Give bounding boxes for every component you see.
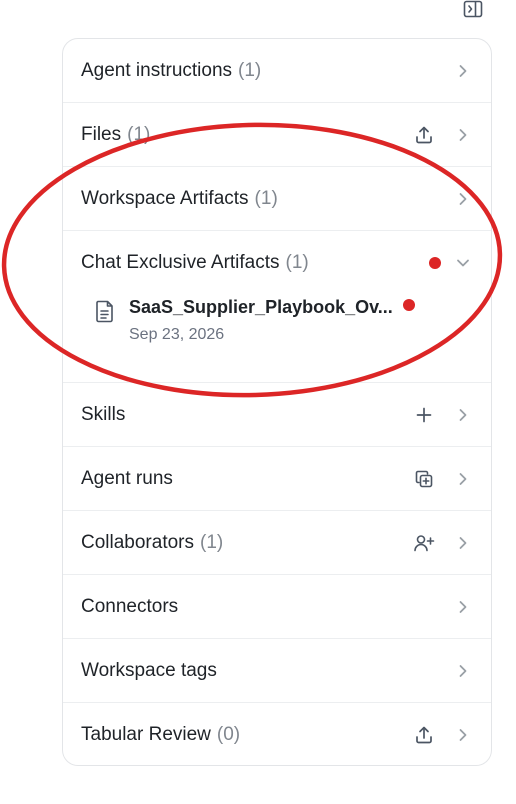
row-agent-runs[interactable]: Agent runs: [63, 447, 491, 511]
artifact-date: Sep 23, 2026: [129, 326, 225, 343]
row-workspace-artifacts[interactable]: Workspace Artifacts (1): [63, 167, 491, 231]
user-plus-icon: [414, 534, 435, 551]
row-label: Connectors: [81, 595, 179, 617]
row-label: Files: [81, 123, 122, 145]
new-agent-run-button[interactable]: [413, 468, 435, 490]
chevron-right-icon: [455, 407, 471, 423]
row-agent-instructions[interactable]: Agent instructions (1): [63, 39, 491, 103]
row-count: (0): [216, 724, 241, 745]
artifact-item[interactable]: SaaS_Supplier_Playbook_Ov... Sep 23, 202…: [95, 297, 475, 357]
chevron-down-icon[interactable]: [455, 255, 471, 271]
row-label: Workspace Artifacts: [81, 187, 249, 209]
row-label: Workspace tags: [81, 659, 217, 681]
row-label: Collaborators: [81, 531, 194, 553]
add-collaborator-button[interactable]: [413, 532, 435, 554]
panel-toggle-button[interactable]: [462, 0, 484, 18]
row-count: (1): [200, 531, 224, 553]
row-files[interactable]: Files (1): [63, 103, 491, 167]
upload-files-button[interactable]: [413, 124, 435, 146]
notification-dot: [403, 299, 415, 311]
chevron-right-icon: [455, 191, 471, 207]
chevron-right-icon: [455, 63, 471, 79]
section-header-chat-exclusive-artifacts[interactable]: Chat Exclusive Artifacts (1): [81, 251, 309, 275]
add-skill-button[interactable]: [413, 404, 435, 426]
chevron-right-icon: [455, 727, 471, 743]
document-icon: [96, 300, 113, 323]
row-count: (1): [238, 59, 262, 81]
chevron-right-icon: [455, 471, 471, 487]
row-skills[interactable]: Skills: [63, 383, 491, 447]
row-label: Tabular Review: [81, 724, 211, 745]
row-count: (1): [285, 252, 309, 273]
plus-icon: [416, 407, 432, 422]
upload-icon: [416, 126, 432, 143]
notification-dot: [429, 257, 441, 269]
row-label: Agent runs: [81, 467, 173, 489]
row-chat-exclusive-artifacts: Chat Exclusive Artifacts (1) SaaS_Suppli…: [63, 231, 491, 383]
row-count: (1): [127, 123, 151, 145]
row-collaborators[interactable]: Collaborators (1): [63, 511, 491, 575]
upload-tabular-review-button[interactable]: [413, 724, 435, 746]
row-label: Agent instructions: [81, 59, 233, 81]
copy-plus-icon: [415, 470, 433, 487]
row-count: (1): [254, 187, 278, 209]
chevron-right-icon: [455, 127, 471, 143]
row-workspace-tags[interactable]: Workspace tags: [63, 639, 491, 703]
workspace-panel: Agent instructions (1) Files (1) Workspa…: [62, 38, 492, 766]
row-label: Chat Exclusive Artifacts: [81, 252, 280, 273]
row-connectors[interactable]: Connectors: [63, 575, 491, 639]
chevron-right-icon: [455, 535, 471, 551]
artifact-name: SaaS_Supplier_Playbook_Ov...: [129, 297, 393, 317]
row-tabular-review[interactable]: Tabular Review (0): [63, 703, 491, 765]
chevron-right-icon: [455, 663, 471, 679]
panel-right-icon: [463, 0, 483, 18]
chevron-right-icon: [455, 599, 471, 615]
upload-icon: [416, 726, 432, 744]
row-label: Skills: [81, 403, 126, 425]
